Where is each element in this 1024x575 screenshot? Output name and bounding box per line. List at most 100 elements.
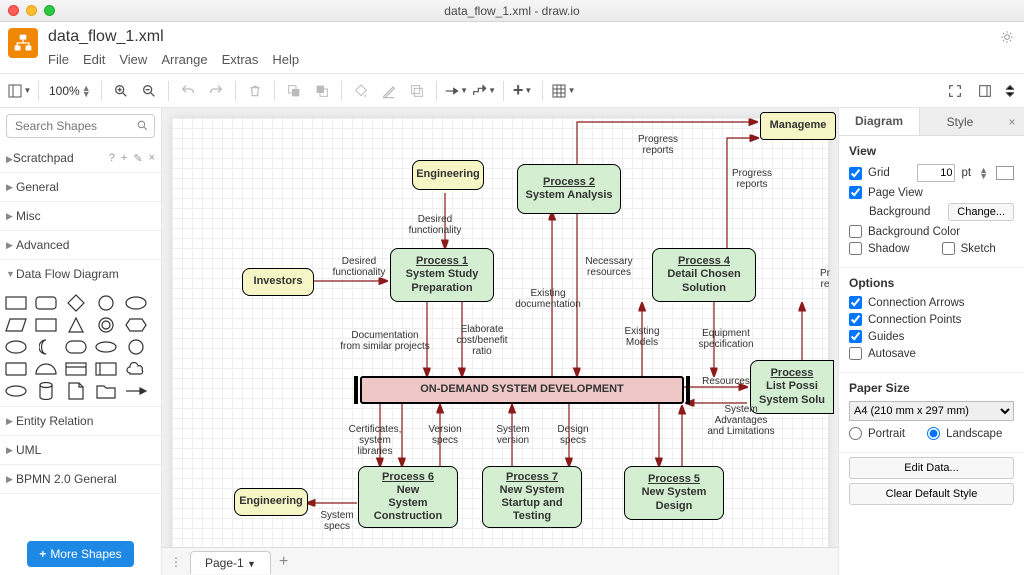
diagram-canvas[interactable]: Engineering Investors Process 1System St… (162, 108, 838, 575)
shape-cylinder[interactable] (34, 382, 58, 400)
sketch-checkbox[interactable] (942, 242, 955, 255)
cat-uml[interactable]: UML (16, 443, 41, 457)
shadow-checkbox[interactable] (849, 242, 862, 255)
shape-note[interactable] (64, 382, 88, 400)
fullscreen-button[interactable] (942, 78, 968, 104)
to-front-button[interactable] (281, 78, 307, 104)
page-tab-1[interactable]: Page-1 ▼ (190, 551, 271, 574)
node-process-7[interactable]: Process 7New SystemStartup andTesting (482, 466, 582, 528)
cat-entity[interactable]: Entity Relation (16, 414, 93, 428)
add-page-button[interactable]: + (279, 553, 288, 571)
shape-openrect[interactable] (4, 360, 28, 378)
to-back-button[interactable] (309, 78, 335, 104)
menu-view[interactable]: View (119, 52, 147, 67)
shape-ellipse4[interactable] (4, 382, 28, 400)
node-engineering-2[interactable]: Engineering (234, 488, 308, 516)
shape-rectangle2[interactable] (34, 316, 58, 334)
shape-diamond[interactable] (64, 294, 88, 312)
node-investors[interactable]: Investors (242, 268, 314, 296)
view-mode-button[interactable]: ▼ (6, 78, 32, 104)
menu-file[interactable]: File (48, 52, 69, 67)
clear-style-button[interactable]: Clear Default Style (849, 483, 1014, 505)
menu-edit[interactable]: Edit (83, 52, 105, 67)
close-icon[interactable]: × (149, 152, 155, 165)
node-process-2[interactable]: Process 2System Analysis (517, 164, 621, 214)
node-process-6[interactable]: Process 6NewSystemConstruction (358, 466, 458, 528)
landscape-radio[interactable] (927, 427, 940, 440)
grid-checkbox[interactable] (849, 167, 862, 180)
shape-triangle[interactable] (64, 316, 88, 334)
shadow-button[interactable] (404, 78, 430, 104)
shape-doublerect[interactable] (64, 360, 88, 378)
shape-roundrect[interactable] (34, 294, 58, 312)
zoom-out-button[interactable] (136, 78, 162, 104)
shape-doublecircle[interactable] (94, 316, 118, 334)
edit-data-button[interactable]: Edit Data... (849, 457, 1014, 479)
panel-close-button[interactable]: × (1000, 108, 1024, 135)
pages-menu-icon[interactable]: ⋮ (170, 555, 182, 569)
shape-hexagon[interactable] (124, 316, 148, 334)
pageview-checkbox[interactable] (849, 186, 862, 199)
tab-style[interactable]: Style (919, 108, 1000, 135)
shape-ellipse2[interactable] (4, 338, 28, 356)
node-process-4[interactable]: Process 4Detail Chosen Solution (652, 248, 756, 302)
menu-arrange[interactable]: Arrange (161, 52, 207, 67)
undo-button[interactable] (175, 78, 201, 104)
shape-crescent[interactable] (34, 338, 58, 356)
cat-general[interactable]: General (16, 180, 59, 194)
shape-parallelogram[interactable] (4, 316, 28, 334)
cat-scratchpad[interactable]: Scratchpad (13, 151, 74, 165)
more-shapes-button[interactable]: +More Shapes (27, 541, 133, 567)
cat-advanced[interactable]: Advanced (16, 238, 69, 252)
shape-cloud[interactable] (124, 360, 148, 378)
conn-points-checkbox[interactable] (849, 313, 862, 326)
bgcolor-checkbox[interactable] (849, 225, 862, 238)
search-shapes-input[interactable] (6, 114, 155, 138)
grid-color-swatch[interactable] (996, 166, 1014, 180)
portrait-radio[interactable] (849, 427, 862, 440)
table-button[interactable]: ▼ (549, 78, 578, 104)
cat-misc[interactable]: Misc (16, 209, 41, 223)
grid-size-input[interactable] (917, 164, 955, 182)
shape-arrow[interactable] (124, 382, 148, 400)
zoom-level[interactable]: 100%▲▼ (45, 82, 95, 100)
guides-checkbox[interactable] (849, 330, 862, 343)
node-engineering-1[interactable]: Engineering (412, 160, 484, 190)
conn-arrows-checkbox[interactable] (849, 296, 862, 309)
tab-diagram[interactable]: Diagram (839, 108, 919, 135)
menu-extras[interactable]: Extras (222, 52, 259, 67)
background-change-button[interactable]: Change... (948, 203, 1014, 221)
window-close[interactable] (8, 5, 19, 16)
node-management[interactable]: Manageme (760, 112, 836, 140)
waypoint-button[interactable]: ▼ (471, 78, 497, 104)
fill-color-button[interactable] (348, 78, 374, 104)
window-zoom[interactable] (44, 5, 55, 16)
file-name[interactable]: data_flow_1.xml (48, 28, 299, 46)
menu-help[interactable]: Help (272, 52, 299, 67)
appearance-toggle-icon[interactable] (1000, 30, 1014, 47)
shape-circle[interactable] (94, 294, 118, 312)
help-icon[interactable]: ? (109, 152, 115, 165)
delete-button[interactable] (242, 78, 268, 104)
autosave-checkbox[interactable] (849, 347, 862, 360)
shape-halfcircle[interactable] (34, 360, 58, 378)
add-icon[interactable]: + (121, 152, 127, 165)
redo-button[interactable] (203, 78, 229, 104)
format-panel-button[interactable] (972, 78, 998, 104)
shape-roundrect2[interactable] (64, 338, 88, 356)
node-center[interactable]: ON-DEMAND SYSTEM DEVELOPMENT (360, 376, 684, 404)
node-process-5[interactable]: Process 5New SystemDesign (624, 466, 724, 520)
shape-circle2[interactable] (124, 338, 148, 356)
shape-card[interactable] (94, 360, 118, 378)
edit-icon[interactable]: ✎ (133, 152, 142, 165)
collapse-button[interactable] (1002, 78, 1018, 104)
line-color-button[interactable] (376, 78, 402, 104)
shape-ellipse3[interactable] (94, 338, 118, 356)
cat-bpmn[interactable]: BPMN 2.0 General (16, 472, 117, 486)
connection-button[interactable]: ▼ (443, 78, 469, 104)
shape-folder[interactable] (94, 382, 118, 400)
paper-size-select[interactable]: A4 (210 mm x 297 mm) (849, 401, 1014, 421)
shape-ellipse[interactable] (124, 294, 148, 312)
window-minimize[interactable] (26, 5, 37, 16)
insert-button[interactable]: +▼ (510, 78, 536, 104)
